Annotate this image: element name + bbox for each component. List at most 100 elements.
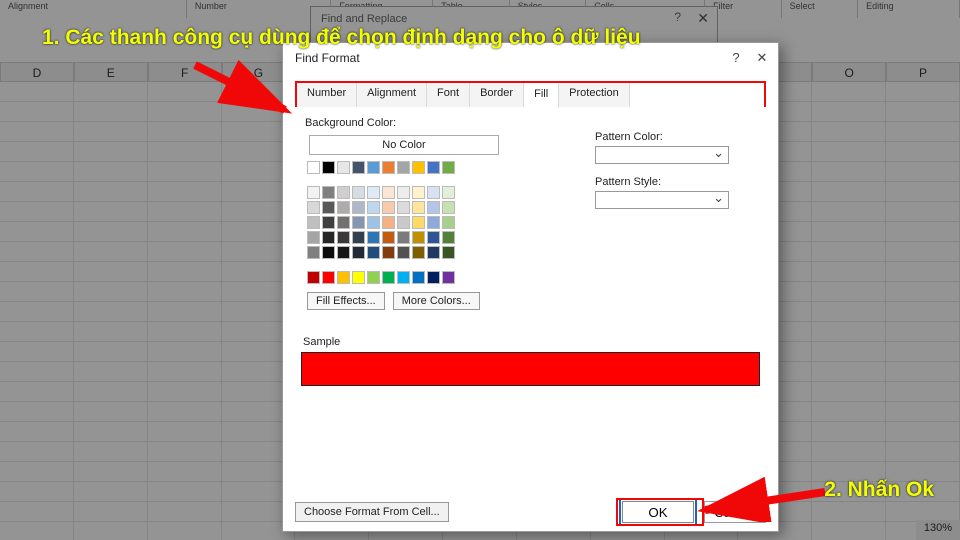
color-swatch[interactable] <box>367 231 380 244</box>
color-swatch[interactable] <box>382 271 395 284</box>
tab-number[interactable]: Number <box>297 83 357 107</box>
sample-preview <box>301 352 760 386</box>
dialog-help-icon[interactable]: ? <box>728 50 744 66</box>
color-swatch[interactable] <box>412 271 425 284</box>
color-swatch[interactable] <box>352 216 365 229</box>
choose-format-from-cell-button[interactable]: Choose Format From Cell... <box>295 502 449 522</box>
color-swatch[interactable] <box>382 201 395 214</box>
color-swatch[interactable] <box>367 186 380 199</box>
color-swatch[interactable] <box>442 246 455 259</box>
color-swatch[interactable] <box>322 186 335 199</box>
ribbon-group-alignment: Alignment <box>0 0 187 18</box>
color-swatch[interactable] <box>427 231 440 244</box>
close-icon[interactable]: ✕ <box>697 10 709 27</box>
color-swatch[interactable] <box>427 201 440 214</box>
tab-alignment[interactable]: Alignment <box>357 83 427 107</box>
color-swatch[interactable] <box>337 161 350 174</box>
color-swatch[interactable] <box>322 271 335 284</box>
ribbon-group-select: Select <box>782 0 858 18</box>
color-swatch[interactable] <box>412 246 425 259</box>
annotation-text-2: 2. Nhấn Ok <box>824 478 934 502</box>
column-header-d[interactable]: D <box>0 62 74 82</box>
color-swatch[interactable] <box>337 216 350 229</box>
color-swatch[interactable] <box>367 246 380 259</box>
color-swatch[interactable] <box>442 216 455 229</box>
color-swatch[interactable] <box>412 231 425 244</box>
color-swatch[interactable] <box>412 161 425 174</box>
color-swatch[interactable] <box>352 186 365 199</box>
color-swatch[interactable] <box>352 271 365 284</box>
color-swatch[interactable] <box>352 231 365 244</box>
color-swatch[interactable] <box>442 271 455 284</box>
column-header-e[interactable]: E <box>74 62 148 82</box>
color-swatch[interactable] <box>352 246 365 259</box>
color-swatch[interactable] <box>397 161 410 174</box>
pattern-style-dropdown[interactable] <box>595 191 729 209</box>
pattern-style-label: Pattern Style: <box>595 176 765 188</box>
color-swatch[interactable] <box>352 201 365 214</box>
no-color-button[interactable]: No Color <box>309 135 499 155</box>
more-colors-button[interactable]: More Colors... <box>393 292 480 310</box>
color-swatch[interactable] <box>427 271 440 284</box>
tab-border[interactable]: Border <box>470 83 524 107</box>
column-header-p[interactable]: P <box>886 62 960 82</box>
color-swatch[interactable] <box>322 161 335 174</box>
color-swatch[interactable] <box>442 161 455 174</box>
color-swatch[interactable] <box>337 271 350 284</box>
color-swatch[interactable] <box>307 246 320 259</box>
tab-font[interactable]: Font <box>427 83 470 107</box>
color-swatch[interactable] <box>397 216 410 229</box>
color-swatch[interactable] <box>427 216 440 229</box>
annotation-arrow-2 <box>690 432 830 522</box>
color-swatch[interactable] <box>337 231 350 244</box>
color-swatch[interactable] <box>442 201 455 214</box>
color-swatch[interactable] <box>367 271 380 284</box>
color-swatch[interactable] <box>382 186 395 199</box>
column-header-o[interactable]: O <box>812 62 886 82</box>
color-swatch[interactable] <box>307 271 320 284</box>
color-swatch[interactable] <box>382 246 395 259</box>
color-swatch[interactable] <box>382 216 395 229</box>
color-swatch[interactable] <box>382 231 395 244</box>
sample-label: Sample <box>303 336 760 348</box>
color-swatch[interactable] <box>352 161 365 174</box>
color-swatch[interactable] <box>442 231 455 244</box>
color-swatch[interactable] <box>322 201 335 214</box>
color-swatch[interactable] <box>412 216 425 229</box>
color-swatch[interactable] <box>397 231 410 244</box>
color-swatch[interactable] <box>382 161 395 174</box>
color-swatch[interactable] <box>322 231 335 244</box>
color-swatch[interactable] <box>307 161 320 174</box>
color-swatch[interactable] <box>337 201 350 214</box>
color-swatch[interactable] <box>427 186 440 199</box>
color-swatch[interactable] <box>307 201 320 214</box>
color-swatch[interactable] <box>442 186 455 199</box>
color-swatch[interactable] <box>367 161 380 174</box>
dialog-close-icon[interactable]: ✕ <box>754 50 770 66</box>
tab-fill[interactable]: Fill <box>524 84 559 108</box>
color-swatch[interactable] <box>307 231 320 244</box>
color-swatch[interactable] <box>367 201 380 214</box>
color-swatch[interactable] <box>427 161 440 174</box>
color-swatch[interactable] <box>412 186 425 199</box>
color-swatch[interactable] <box>397 201 410 214</box>
color-swatch[interactable] <box>337 246 350 259</box>
pattern-color-dropdown[interactable] <box>595 146 729 164</box>
color-swatch[interactable] <box>307 216 320 229</box>
tab-protection[interactable]: Protection <box>559 83 630 107</box>
color-swatch[interactable] <box>427 246 440 259</box>
color-swatch[interactable] <box>322 246 335 259</box>
zoom-level[interactable]: 130% <box>916 520 960 540</box>
color-swatch[interactable] <box>307 186 320 199</box>
color-swatch[interactable] <box>337 186 350 199</box>
color-swatch[interactable] <box>367 216 380 229</box>
annotation-arrow-1 <box>190 60 300 130</box>
color-swatch[interactable] <box>397 271 410 284</box>
color-swatch[interactable] <box>322 216 335 229</box>
color-swatch[interactable] <box>397 246 410 259</box>
color-swatch[interactable] <box>412 201 425 214</box>
color-swatch[interactable] <box>397 186 410 199</box>
fill-effects-button[interactable]: Fill Effects... <box>307 292 385 310</box>
tab-strip: Number Alignment Font Border Fill Protec… <box>295 81 766 107</box>
help-icon[interactable]: ? <box>674 10 681 24</box>
